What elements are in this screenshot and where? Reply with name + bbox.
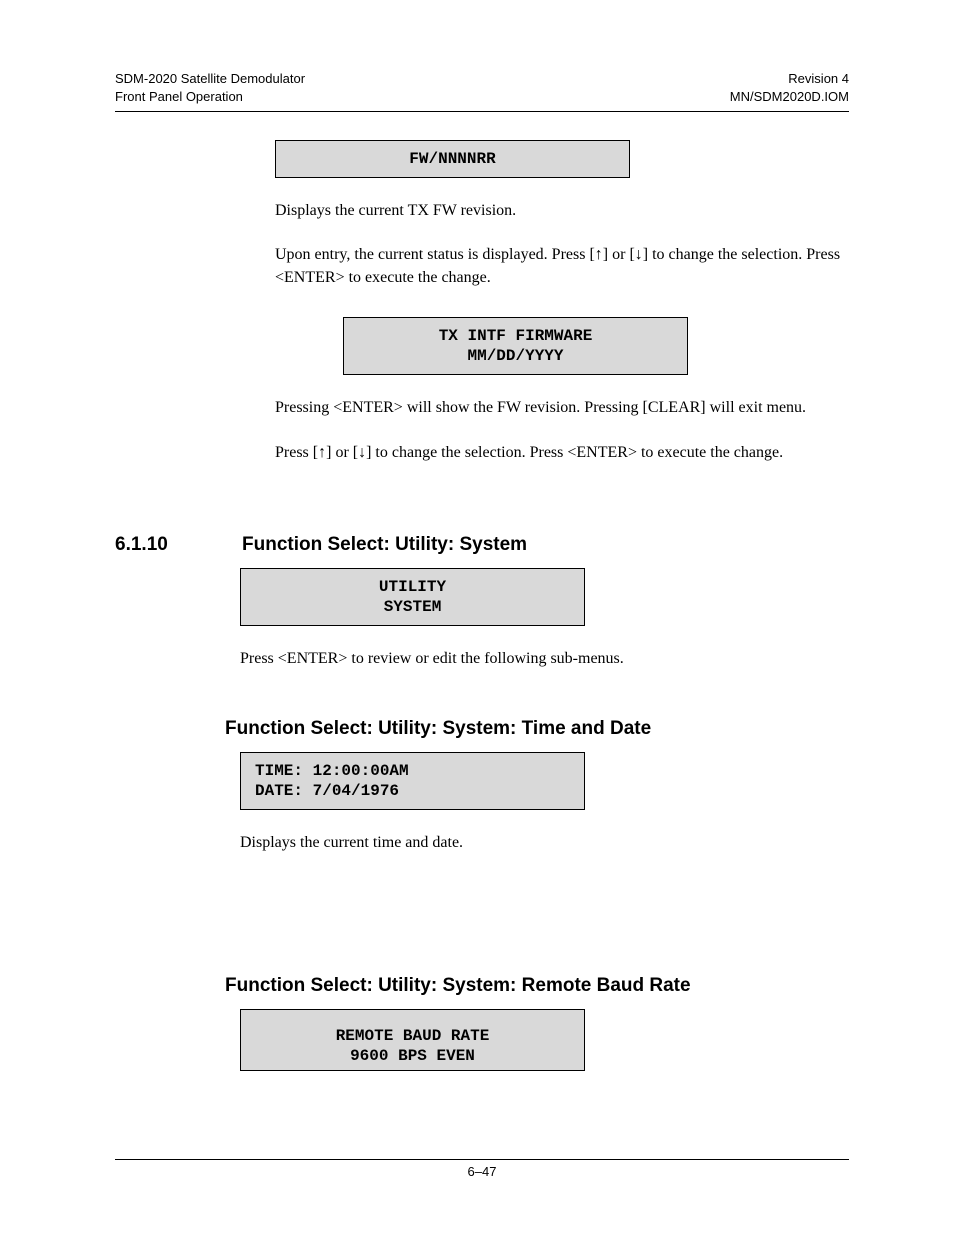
text-fragment: ] or [	[603, 246, 635, 263]
subsection-heading: Function Select: Utility: System: Remote…	[225, 975, 849, 997]
header-rule	[115, 111, 849, 112]
header-right: Revision 4 MN/SDM2020D.IOM	[730, 70, 849, 105]
lcd-line: REMOTE BAUD RATE	[336, 1026, 490, 1046]
body-text: Press [↑] or [↓] to change the selection…	[275, 442, 845, 464]
lcd-line: 9600 BPS EVEN	[350, 1046, 475, 1066]
lcd-display-utility-system: UTILITY SYSTEM	[240, 568, 585, 626]
lcd-display-baud-rate: REMOTE BAUD RATE 9600 BPS EVEN	[240, 1009, 585, 1071]
lcd-line: DATE: 7/04/1976	[255, 781, 399, 801]
page-number: 6–47	[468, 1164, 497, 1179]
lcd-line: MM/DD/YYYY	[467, 346, 563, 366]
page-footer: 6–47	[115, 1159, 849, 1179]
text-fragment: Upon entry, the current status is displa…	[275, 246, 595, 263]
document-page: SDM-2020 Satellite Demodulator Front Pan…	[0, 0, 954, 1235]
down-arrow-icon: ↓	[358, 444, 366, 461]
header-left: SDM-2020 Satellite Demodulator Front Pan…	[115, 70, 305, 105]
lcd-line: TIME: 12:00:00AM	[255, 761, 409, 781]
section-number: 6.1.10	[115, 534, 242, 556]
header-right-line1: Revision 4	[730, 70, 849, 88]
up-arrow-icon: ↑	[318, 444, 326, 461]
body-text: Upon entry, the current status is displa…	[275, 244, 845, 289]
header-right-line2: MN/SDM2020D.IOM	[730, 88, 849, 106]
lcd-line: SYSTEM	[384, 597, 442, 617]
lcd-display-time-date: TIME: 12:00:00AM DATE: 7/04/1976	[240, 752, 585, 810]
lcd-line: UTILITY	[379, 577, 446, 597]
lcd-display-tx-intf: TX INTF FIRMWARE MM/DD/YYYY	[343, 317, 688, 375]
section-title: Function Select: Utility: System	[242, 534, 527, 556]
body-text: Displays the current TX FW revision.	[275, 200, 845, 222]
text-fragment: ] to change the selection. Press <ENTER>…	[366, 444, 783, 461]
lcd-line: FW/NNNNRR	[409, 149, 495, 169]
lcd-line: TX INTF FIRMWARE	[439, 326, 593, 346]
header-left-line1: SDM-2020 Satellite Demodulator	[115, 70, 305, 88]
page-header: SDM-2020 Satellite Demodulator Front Pan…	[115, 70, 849, 105]
body-text: Displays the current time and date.	[240, 832, 810, 854]
lcd-display-fw: FW/NNNNRR	[275, 140, 630, 178]
text-fragment: Press [	[275, 444, 318, 461]
body-text: Press <ENTER> to review or edit the foll…	[240, 648, 810, 670]
subsection-heading: Function Select: Utility: System: Time a…	[225, 718, 849, 740]
down-arrow-icon: ↓	[635, 246, 643, 263]
up-arrow-icon: ↑	[595, 246, 603, 263]
body-text: Pressing <ENTER> will show the FW revisi…	[275, 397, 845, 419]
section-heading: 6.1.10 Function Select: Utility: System	[115, 534, 849, 556]
text-fragment: ] or [	[326, 444, 358, 461]
header-left-line2: Front Panel Operation	[115, 88, 305, 106]
